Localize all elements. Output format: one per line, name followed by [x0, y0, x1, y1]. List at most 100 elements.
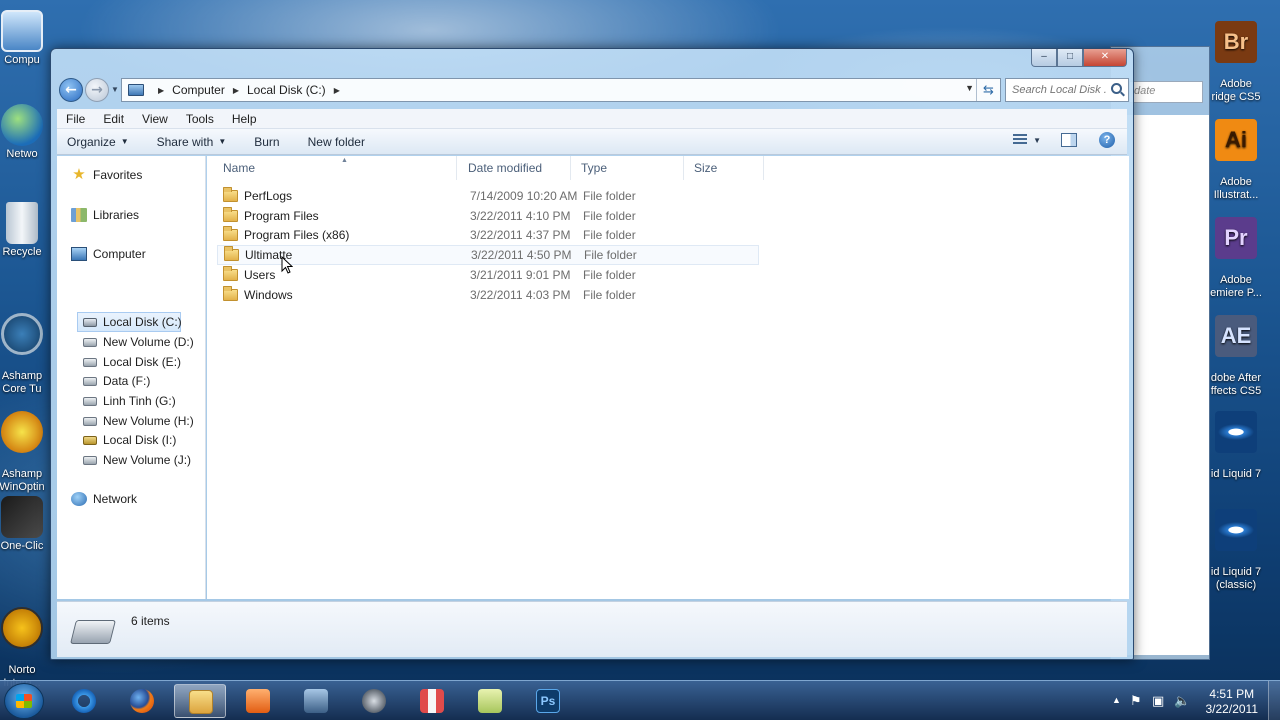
breadcrumb-chevron-icon[interactable]: ▶: [158, 86, 164, 95]
nav-drive-label: New Volume (H:): [103, 414, 194, 428]
desktop-icon-ashampoo-core[interactable]: Ashamp Core Tu: [0, 300, 54, 409]
taskbar-internet-explorer[interactable]: [58, 684, 110, 718]
caption-buttons: – □ ✕: [1031, 49, 1127, 67]
taskbar-windows-explorer[interactable]: [174, 684, 226, 718]
menu-view[interactable]: View: [133, 112, 177, 126]
background-search-input[interactable]: date: [1129, 81, 1203, 103]
folder-icon: [224, 246, 239, 261]
nav-drive-e[interactable]: Local Disk (E:): [83, 355, 181, 369]
file-row-hovered[interactable]: Ultimatte 3/22/2011 4:50 PM File folder: [217, 245, 759, 265]
maximize-button[interactable]: □: [1057, 49, 1083, 67]
clock[interactable]: 4:51 PM 3/22/2011: [1206, 687, 1259, 717]
file-row[interactable]: Windows 3/22/2011 4:03 PM File folder: [217, 285, 759, 305]
search-box[interactable]: [1005, 78, 1129, 102]
minimize-button[interactable]: –: [1031, 49, 1057, 67]
taskbar-notes[interactable]: [464, 684, 516, 718]
file-row[interactable]: PerfLogs 7/14/2009 10:20 AM File folder: [217, 186, 759, 206]
file-row[interactable]: Program Files (x86) 3/22/2011 4:37 PM Fi…: [217, 225, 759, 245]
desktop-icon-network[interactable]: Netwo: [0, 104, 54, 161]
address-dropdown-icon[interactable]: ▼: [965, 83, 974, 93]
desktop-icon-adobe-after-effects[interactable]: AE dobe After ffects CS5: [1204, 302, 1268, 411]
nav-drive-c[interactable]: Local Disk (C:): [83, 315, 182, 329]
nav-favorites[interactable]: ★ Favorites: [71, 166, 142, 183]
taskbar-clock-app[interactable]: [348, 684, 400, 718]
desktop-icon-adobe-bridge[interactable]: Br Adobe ridge CS5: [1204, 8, 1268, 117]
desktop-icon-one-click[interactable]: One-Clic: [0, 496, 54, 553]
column-header-date[interactable]: Date modified: [458, 156, 571, 180]
nav-libraries[interactable]: Libraries: [71, 208, 139, 222]
nav-drive-j[interactable]: New Volume (J:): [83, 453, 191, 467]
nav-drive-i[interactable]: Local Disk (I:): [83, 433, 176, 447]
file-list: Name ▲ Date modified Type Size PerfLogs …: [207, 156, 1129, 599]
volume-icon[interactable]: 🔈: [1174, 693, 1190, 709]
nav-drive-g[interactable]: Linh Tinh (G:): [83, 394, 176, 408]
desktop-icon-liquid-7[interactable]: id Liquid 7: [1204, 398, 1268, 494]
menu-help[interactable]: Help: [223, 112, 266, 126]
explorer-window[interactable]: – □ ✕ ← → ▼ ▶ Computer ▶ Local Disk (C:)…: [50, 48, 1134, 660]
burn-button[interactable]: Burn: [244, 135, 289, 149]
desktop-icon-label: Adobe Illustrat...: [1213, 176, 1259, 201]
back-button[interactable]: ←: [59, 78, 83, 102]
taskbar-paint[interactable]: [406, 684, 458, 718]
organize-button[interactable]: Organize ▼: [57, 135, 139, 149]
chevron-down-icon: ▼: [120, 137, 129, 146]
search-input[interactable]: [1006, 79, 1106, 101]
desktop-icon-winoptimizer[interactable]: Ashamp WinOptin: [0, 398, 54, 507]
desktop-icon-label: Adobe emiere P...: [1210, 274, 1262, 299]
file-row[interactable]: Program Files 3/22/2011 4:10 PM File fol…: [217, 206, 759, 226]
preview-pane-icon[interactable]: [1061, 133, 1077, 147]
column-header-type[interactable]: Type: [571, 156, 684, 180]
show-desktop-button[interactable]: [1268, 681, 1280, 720]
help-icon[interactable]: ?: [1099, 132, 1115, 148]
change-view-icon[interactable]: [1013, 134, 1028, 146]
network-status-icon[interactable]: ▣: [1152, 693, 1164, 709]
address-bar[interactable]: ▶ Computer ▶ Local Disk (C:) ▶ ▼ ⇆: [121, 78, 1001, 102]
refresh-icon[interactable]: ⇆: [976, 79, 1000, 101]
breadcrumb-chevron-icon[interactable]: ▶: [334, 86, 340, 95]
nav-computer[interactable]: Computer: [71, 247, 146, 261]
view-controls: ▼ ?: [1013, 132, 1115, 148]
liquid-eye-icon: [1215, 509, 1257, 551]
forward-button[interactable]: →: [85, 78, 109, 102]
taskbar-media-player[interactable]: [232, 684, 284, 718]
taskbar-network-monitor[interactable]: [290, 684, 342, 718]
start-button[interactable]: [4, 683, 44, 719]
clock-time: 4:51 PM: [1209, 687, 1255, 701]
taskbar-firefox[interactable]: [116, 684, 168, 718]
file-row[interactable]: Users 3/21/2011 9:01 PM File folder: [217, 265, 759, 285]
nav-network[interactable]: Network: [71, 492, 137, 506]
menu-edit[interactable]: Edit: [94, 112, 133, 126]
desktop-icon-recycle[interactable]: Recycle: [0, 202, 54, 259]
show-hidden-icons-icon[interactable]: ▲: [1112, 695, 1121, 705]
nav-drive-d[interactable]: New Volume (D:): [83, 335, 194, 349]
nav-drive-h[interactable]: New Volume (H:): [83, 414, 194, 428]
column-header-name[interactable]: Name ▲: [213, 156, 457, 180]
details-pane: 6 items: [57, 601, 1127, 657]
drive-icon: [83, 337, 97, 347]
column-header-size[interactable]: Size: [684, 156, 764, 180]
search-icon[interactable]: [1111, 83, 1122, 94]
breadcrumb-chevron-icon[interactable]: ▶: [233, 86, 239, 95]
star-icon: ★: [72, 166, 86, 183]
network-icon: [1, 104, 43, 146]
desktop-icon-computer[interactable]: Compu: [0, 10, 54, 67]
breadcrumb-computer[interactable]: Computer: [172, 83, 225, 97]
navigation-pane: ★ Favorites Libraries Computer Local Dis…: [57, 156, 206, 599]
nav-drive-f[interactable]: Data (F:): [83, 374, 150, 388]
share-with-button[interactable]: Share with ▼: [147, 135, 237, 149]
breadcrumb-local-disk-c[interactable]: Local Disk (C:): [247, 83, 326, 97]
new-folder-button[interactable]: New folder: [298, 135, 375, 149]
recent-pages-chevron-icon[interactable]: ▼: [111, 85, 119, 94]
menu-tools[interactable]: Tools: [177, 112, 223, 126]
menu-file[interactable]: File: [57, 112, 94, 126]
desktop-icon-adobe-illustrator[interactable]: Ai Adobe Illustrat...: [1204, 106, 1268, 215]
adobe-bridge-icon: Br: [1215, 21, 1257, 63]
taskbar-photoshop[interactable]: Ps: [522, 684, 574, 718]
nav-drive-label: New Volume (J:): [103, 453, 192, 467]
chevron-down-icon[interactable]: ▼: [1033, 136, 1041, 145]
flag-icon[interactable]: ⚑: [1130, 693, 1142, 709]
desktop-icon-liquid-7-classic[interactable]: id Liquid 7 (classic): [1204, 496, 1268, 605]
desktop-icon-adobe-premiere[interactable]: Pr Adobe emiere P...: [1204, 204, 1268, 313]
mouse-cursor-icon: [281, 255, 294, 277]
close-button[interactable]: ✕: [1083, 49, 1127, 67]
